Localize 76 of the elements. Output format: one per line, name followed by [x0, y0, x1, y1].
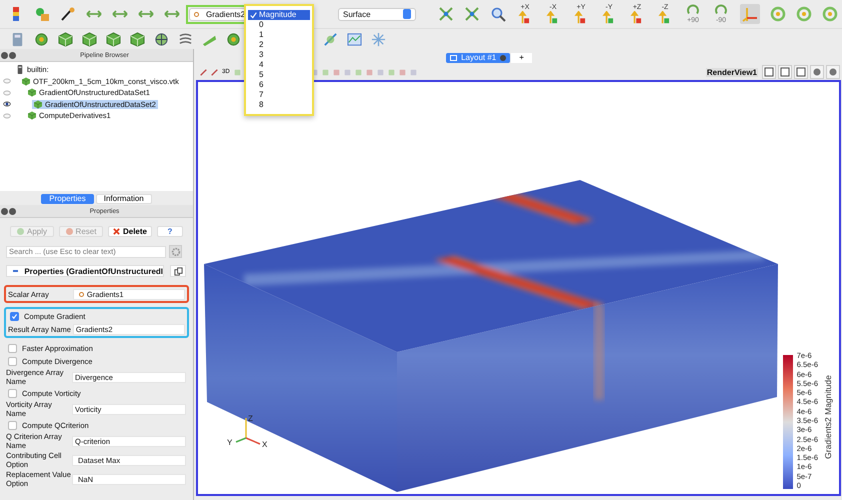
cube-icon[interactable] — [58, 32, 73, 46]
view-option-icon[interactable] — [826, 65, 840, 79]
dropdown-item[interactable]: 4 — [248, 60, 310, 70]
axis-arrow-icon — [546, 11, 560, 24]
view-option-icon[interactable] — [810, 65, 824, 79]
rotation-ring-icon[interactable] — [822, 6, 838, 22]
server-icon — [16, 65, 24, 74]
dropdown-item[interactable]: 2 — [248, 40, 310, 50]
axis-arrow-icon — [630, 11, 644, 24]
settings-button[interactable] — [169, 245, 182, 258]
streamlines-icon[interactable] — [178, 32, 193, 46]
dropdown-item[interactable]: 7 — [248, 90, 310, 100]
cube-icon — [28, 88, 36, 98]
checkbox[interactable] — [8, 356, 17, 366]
copy-button[interactable] — [170, 265, 186, 277]
wand-icon[interactable] — [60, 6, 76, 22]
dropdown-item[interactable]: 0 — [248, 20, 310, 30]
layout-tab[interactable]: Layout #1 — [446, 52, 510, 62]
help-button[interactable]: ? — [157, 226, 183, 237]
checkbox[interactable] — [10, 312, 19, 320]
cube-icon — [28, 111, 36, 120]
axis-arrow-icon — [658, 11, 672, 24]
add-tab-button[interactable]: + — [511, 52, 532, 62]
dropdown-item[interactable]: 5 — [248, 70, 310, 80]
dropdown-item[interactable]: 8 — [248, 100, 310, 110]
glyph-icon[interactable] — [371, 32, 386, 46]
reset-camera-icon[interactable] — [464, 6, 480, 22]
checkbox[interactable] — [8, 344, 17, 352]
cross-icon — [112, 228, 120, 235]
delete-button[interactable]: Delete — [108, 226, 152, 237]
cube-icon[interactable] — [130, 32, 145, 46]
sphere-icon[interactable] — [154, 32, 169, 46]
panel-tab[interactable]: Properties — [41, 194, 94, 204]
cube-icon — [22, 76, 30, 86]
legend-title: Gradients2 Magnitude — [822, 375, 833, 459]
orientation-axes-drawing: Z Y X — [226, 412, 276, 452]
zoom-icon[interactable] — [490, 6, 506, 22]
plot-icon[interactable] — [347, 32, 362, 46]
cube-icon[interactable] — [106, 32, 121, 46]
axis-arrow-icon — [518, 11, 532, 24]
dock-buttons-icon[interactable] — [0, 52, 16, 58]
section-title: Properties (GradientOfUnstructuredI — [24, 266, 163, 276]
closed-eye-icon[interactable] — [3, 112, 11, 119]
point-icon — [194, 12, 199, 16]
dock-buttons-icon[interactable] — [0, 208, 16, 214]
spinner-icon — [403, 9, 411, 19]
cube-icon — [34, 100, 42, 109]
split-view-icon[interactable] — [762, 65, 776, 79]
dropdown-item[interactable]: 3 — [248, 50, 310, 60]
dropdown-item[interactable]: Magnitude — [248, 10, 310, 20]
point-icon — [78, 292, 84, 296]
closed-eye-icon[interactable] — [3, 90, 11, 96]
split-view-icon[interactable] — [794, 65, 808, 79]
axis-arrow-icon — [602, 11, 616, 24]
split-view-icon[interactable] — [778, 65, 792, 79]
rotation-ring-icon[interactable] — [770, 6, 786, 22]
selection-tool-icon[interactable] — [234, 68, 241, 76]
closed-eye-icon[interactable] — [3, 78, 11, 84]
window-icon — [450, 54, 458, 60]
calculator-icon[interactable] — [10, 32, 25, 46]
eye-icon[interactable] — [3, 101, 11, 108]
dropdown-item[interactable]: 6 — [248, 80, 310, 90]
representation-combo[interactable]: Surface — [338, 8, 416, 20]
close-icon[interactable] — [500, 54, 506, 60]
check-icon — [250, 12, 257, 18]
checkbox[interactable] — [8, 388, 17, 398]
section-header[interactable]: Properties (GradientOfUnstructuredI — [6, 265, 164, 277]
panel-tab[interactable]: Information — [96, 194, 152, 204]
axis-arrow-icon — [574, 11, 588, 24]
checkbox[interactable] — [8, 420, 17, 430]
cube-icon[interactable] — [82, 32, 97, 46]
view-name: RenderView1 — [706, 68, 758, 76]
rotation-ring-icon[interactable] — [796, 6, 812, 22]
dropdown-item[interactable]: 1 — [248, 30, 310, 40]
reset-camera-icon[interactable] — [438, 6, 454, 22]
axes-icon[interactable] — [740, 4, 760, 24]
